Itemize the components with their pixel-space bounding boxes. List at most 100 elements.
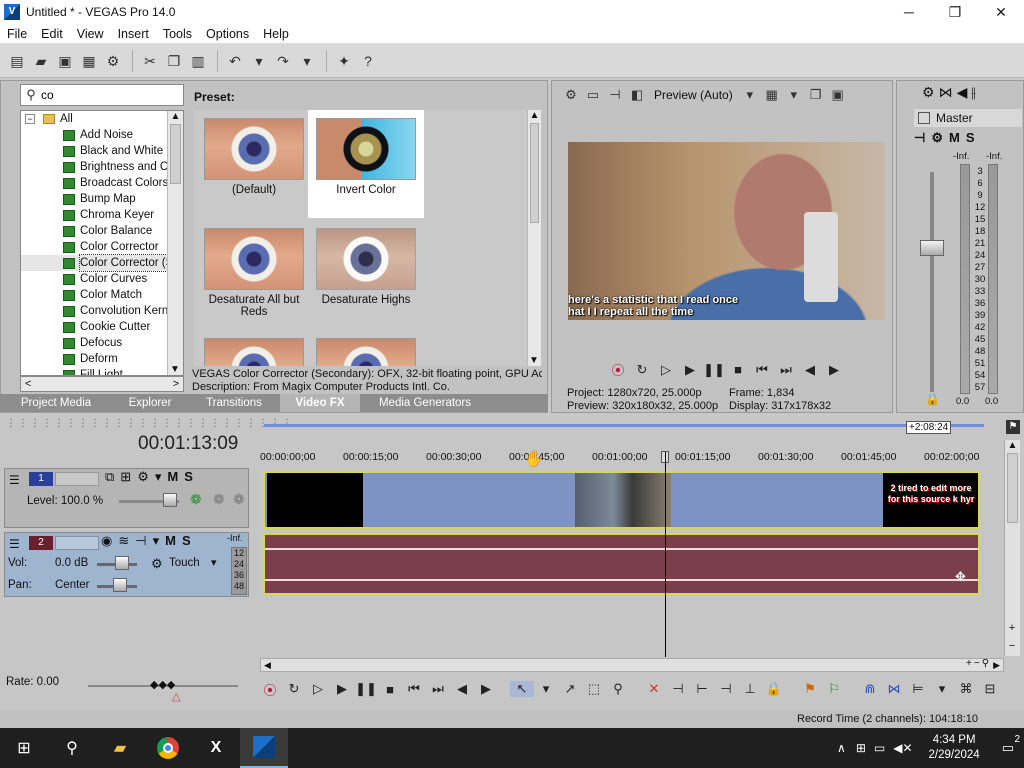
preset-desaturate-all-but-reds[interactable]: Desaturate All but Reds — [196, 220, 312, 328]
downmix-icon[interactable]: ⋈ — [939, 84, 953, 101]
region-icon[interactable]: ⚐ — [822, 681, 846, 697]
maximize-button[interactable]: ❐ — [932, 0, 978, 24]
timeline-ruler[interactable]: 00:00:00;00 00:00:15;00 00:00:30;00 00:00:4… — [260, 448, 1005, 466]
new-icon[interactable]: ▤ — [6, 50, 28, 72]
next-frame-icon[interactable]: ▶ — [474, 681, 498, 697]
fx-settings-icon[interactable]: ⚙ — [931, 130, 943, 146]
cut-icon[interactable]: ✂ — [139, 50, 161, 72]
timeline-vscroll[interactable]: ▲ + − — [1004, 440, 1020, 656]
record-icon[interactable]: ⦿ — [258, 680, 282, 699]
envelope-tool-icon[interactable]: ↗ — [558, 681, 582, 697]
start-icon[interactable]: ⊞ — [0, 728, 48, 768]
zoom-in-icon[interactable]: + — [966, 658, 972, 669]
save-snapshot-icon[interactable]: ▣ — [827, 87, 849, 103]
automation-gear-icon[interactable]: ⚙ — [151, 556, 163, 572]
network-icon[interactable]: ⊞ — [856, 741, 866, 755]
scroll-thumb[interactable] — [170, 124, 181, 184]
fx-search-input[interactable] — [41, 88, 171, 102]
fx-tree-hscroll[interactable]: < > — [20, 376, 184, 392]
loop-icon[interactable]: ↻ — [282, 681, 306, 697]
close-button[interactable]: ✕ — [978, 0, 1024, 24]
gear-icon[interactable]: ⚙ — [560, 87, 582, 103]
fx-tree-item[interactable]: Fill Light — [21, 367, 183, 375]
zoom-tool-icon[interactable]: ⚲ — [606, 681, 630, 697]
go-to-end-icon[interactable]: ⏭ — [426, 681, 450, 697]
ripple-edit-icon[interactable]: ⊨ — [906, 681, 930, 697]
copy-snapshot-icon[interactable]: ❐ — [805, 87, 827, 103]
pause-icon[interactable]: ❚❚ — [354, 681, 378, 697]
tab-project-media[interactable]: Project Media — [0, 394, 112, 412]
master-fader-knob[interactable] — [920, 240, 944, 256]
pan-slider[interactable] — [113, 578, 127, 592]
scroll-thumb[interactable] — [1007, 453, 1018, 523]
zoom-out-icon[interactable]: − — [974, 658, 980, 669]
undo-icon[interactable]: ↶ — [224, 50, 246, 72]
zoom-tool-icon[interactable]: ⚲ — [982, 658, 989, 669]
fx-tree-item[interactable]: Color Corrector — [21, 239, 183, 255]
scroll-up-icon[interactable]: ▲ — [528, 110, 541, 121]
x-app-icon[interactable]: X — [192, 728, 240, 768]
marker-icon[interactable]: ⚑ — [798, 681, 822, 697]
lock-envelopes-icon[interactable]: ⌘ — [954, 681, 978, 697]
go-to-start-icon[interactable]: ⏮ — [750, 362, 774, 378]
tab-transitions[interactable]: Transitions — [188, 394, 280, 412]
fx-tree-item[interactable]: Brightness and Co — [21, 159, 183, 175]
scroll-left-icon[interactable]: < — [25, 378, 31, 390]
minimize-button[interactable]: ─ — [886, 0, 932, 24]
fx-tree-item[interactable]: Color Match — [21, 287, 183, 303]
solo-button[interactable]: S — [184, 469, 193, 485]
mute-button[interactable]: M — [165, 533, 176, 549]
go-to-end-icon[interactable]: ⏭ — [774, 362, 798, 378]
tree-root[interactable]: − All — [21, 111, 183, 127]
mixer-options-icon[interactable]: ⫲ — [971, 84, 976, 101]
display-icon[interactable]: ▭ — [874, 741, 885, 755]
timeline-hscroll[interactable]: ◀ ▶ — [260, 658, 1004, 672]
menu-tools[interactable]: Tools — [156, 27, 199, 41]
snapping-icon[interactable]: ⋒ — [858, 681, 882, 697]
loop-region-bar[interactable] — [264, 424, 984, 427]
motion-icon[interactable]: ❁ — [190, 491, 202, 508]
scroll-right-icon[interactable]: ▶ — [993, 660, 1000, 671]
redo-dropdown-icon[interactable]: ▾ — [296, 50, 318, 72]
fx-tree-item[interactable]: Color Balance — [21, 223, 183, 239]
preset-invert-color[interactable]: Invert Color — [308, 110, 424, 218]
track-name-field[interactable] — [55, 472, 99, 486]
record-icon[interactable]: ⦿ — [606, 360, 630, 379]
menu-file[interactable]: File — [0, 27, 34, 41]
fx-search-box[interactable]: ⚲ — [20, 84, 184, 106]
volume-muted-icon[interactable]: ◀✕ — [893, 741, 912, 755]
delete-icon[interactable]: ✕ — [642, 681, 666, 697]
normal-edit-tool-icon[interactable]: ↖ — [510, 681, 534, 697]
preview-quality-dropdown[interactable]: Preview (Auto) — [654, 88, 733, 102]
zoom-out-icon[interactable]: − — [1005, 640, 1019, 652]
solo-button[interactable]: S — [182, 533, 191, 549]
fx-tree-item[interactable]: Black and White — [21, 143, 183, 159]
track-fx-icon[interactable]: ⚙ — [137, 469, 149, 485]
ignore-grouping-icon[interactable]: ⊟ — [978, 681, 1002, 697]
notifications-icon[interactable]: ▭ 2 — [1002, 734, 1020, 756]
marker-flag-icon[interactable]: ⚑ — [1006, 420, 1020, 434]
tab-explorer[interactable]: Explorer — [112, 394, 188, 412]
fx-tree-item[interactable]: Defocus — [21, 335, 183, 351]
scroll-right-icon[interactable]: > — [173, 378, 179, 390]
preset-default[interactable]: (Default) — [196, 110, 312, 218]
compositing-icon[interactable]: ⧉ — [105, 469, 114, 485]
paste-icon[interactable]: ▥ — [187, 50, 209, 72]
chevron-down-icon[interactable]: ▾ — [534, 681, 558, 697]
scroll-up-icon[interactable]: ▲ — [1005, 440, 1020, 451]
arm-record-icon[interactable]: ◉ — [101, 533, 112, 549]
split-icon[interactable]: ⊥ — [738, 681, 762, 697]
preset-item[interactable] — [308, 330, 424, 366]
split-screen-icon[interactable]: ⊣ — [604, 87, 626, 103]
preset-scrollbar[interactable]: ▲ ▼ — [527, 110, 541, 366]
clock[interactable]: 4:34 PM 2/29/2024 — [929, 733, 980, 763]
zoom-in-icon[interactable]: + — [1005, 622, 1019, 634]
level-slider[interactable] — [163, 493, 177, 507]
preset-item[interactable] — [196, 330, 312, 366]
fx-tree-item[interactable]: Deform — [21, 351, 183, 367]
previous-frame-icon[interactable]: ◀ — [798, 362, 822, 378]
trim-end-icon[interactable]: ⊣ — [714, 681, 738, 697]
play-icon[interactable]: ▶ — [678, 362, 702, 378]
track-minimize-icon[interactable]: ☰ — [9, 537, 20, 551]
chevron-down-icon[interactable]: ▾ — [153, 533, 160, 549]
